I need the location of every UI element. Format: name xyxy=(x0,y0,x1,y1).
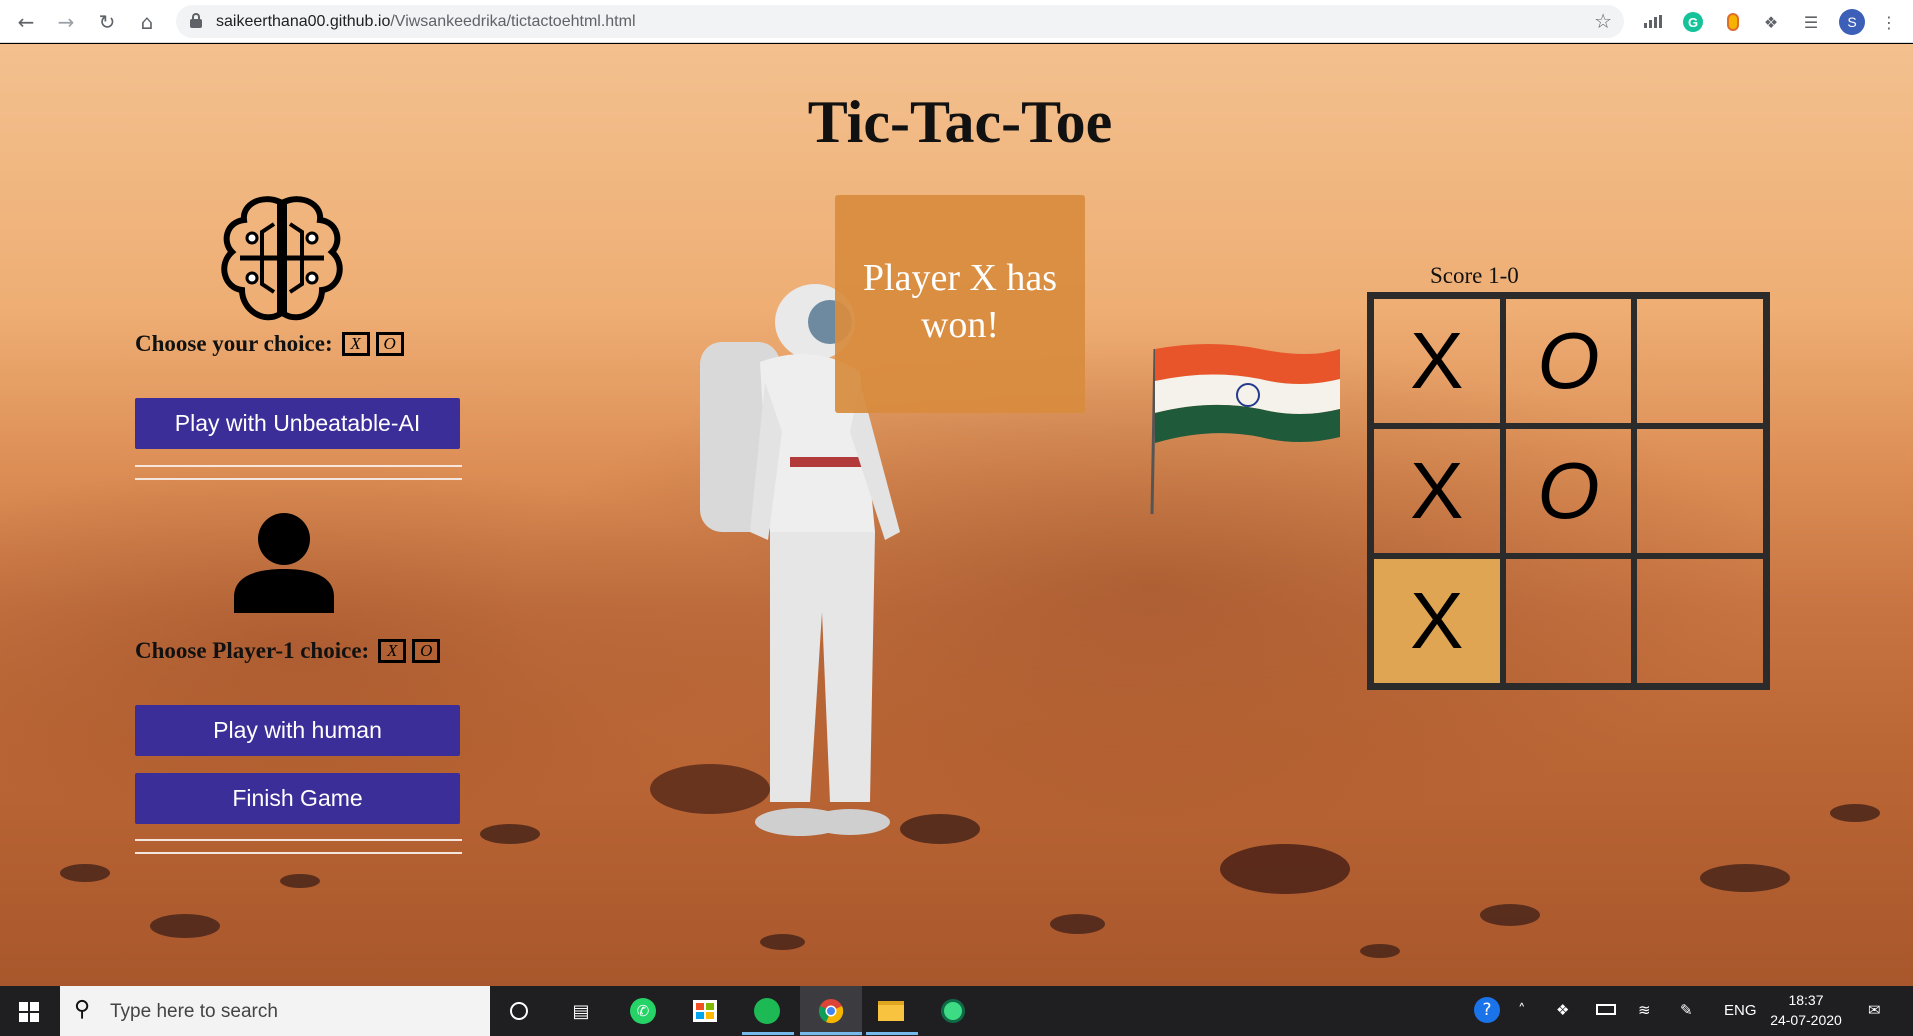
lock-icon[interactable] xyxy=(190,13,202,28)
file-explorer-icon[interactable] xyxy=(876,996,906,1026)
address-bar[interactable]: saikeerthana00.github.io/Viwsankeedrika/… xyxy=(176,5,1624,38)
finish-game-button[interactable]: Finish Game xyxy=(135,773,460,824)
play-human-button[interactable]: Play with human xyxy=(135,705,460,756)
board-cell-highlighted[interactable]: X xyxy=(1371,556,1503,686)
game-status-message: Player X has won! xyxy=(835,195,1085,413)
pen-icon[interactable]: ✎ xyxy=(1680,1001,1693,1019)
url-text[interactable]: saikeerthana00.github.io/Viwsankeedrika/… xyxy=(216,13,636,31)
wifi-icon[interactable]: ≋ xyxy=(1638,1001,1651,1019)
cast-stats-icon[interactable] xyxy=(1640,9,1666,35)
windows-start-icon[interactable] xyxy=(19,1002,39,1022)
media-queue-icon[interactable]: ☰ xyxy=(1798,9,1824,35)
human-choice-label: Choose Player-1 choice: xyxy=(135,638,370,663)
url-host: saikeerthana00.github.io xyxy=(216,13,391,30)
score-display: Score 1-0 xyxy=(1430,263,1519,288)
board-cell[interactable] xyxy=(1634,426,1766,556)
bookmark-star-icon[interactable]: ☆ xyxy=(1594,9,1612,33)
home-icon[interactable]: ⌂ xyxy=(133,8,161,36)
board-cell[interactable]: O xyxy=(1502,296,1635,426)
url-path: /Viwsankeedrika/tictactoehtml.html xyxy=(390,13,636,30)
search-icon: ⚲ xyxy=(74,997,91,1022)
taskbar-search-box[interactable]: ⚲ Type here to search xyxy=(60,986,490,1036)
flag-illustration xyxy=(1150,344,1340,514)
task-view-icon[interactable]: ▤ xyxy=(566,996,596,1026)
spotify-icon[interactable] xyxy=(752,996,782,1026)
divider xyxy=(135,465,462,467)
grammarly-icon[interactable]: G xyxy=(1680,9,1706,35)
clock-date: 24-07-2020 xyxy=(1770,1012,1842,1028)
windows-taskbar: ⚲ Type here to search ▤ ✆ ? ˄ ❖ ≋ ✎ ENG … xyxy=(0,986,1913,1036)
back-arrow-icon[interactable]: ← xyxy=(12,8,40,36)
running-indicator xyxy=(866,1032,918,1035)
taskbar-clock[interactable]: 18:37 24-07-2020 xyxy=(1766,990,1846,1030)
cortana-icon[interactable] xyxy=(504,996,534,1026)
game-board: X O X O X xyxy=(1367,292,1770,690)
clock-time: 18:37 xyxy=(1788,992,1824,1008)
divider xyxy=(135,839,462,841)
divider xyxy=(135,478,462,480)
extensions-puzzle-icon[interactable]: ❖ xyxy=(1758,9,1784,35)
microsoft-store-icon[interactable] xyxy=(690,996,720,1026)
mars-background: Tic-Tac-Toe Choose your choice: X O Play… xyxy=(0,44,1913,986)
battery-icon[interactable] xyxy=(1596,1001,1616,1015)
board-cell[interactable] xyxy=(1634,296,1766,426)
page-title: Tic-Tac-Toe xyxy=(807,89,1113,155)
person-icon xyxy=(234,513,334,613)
browser-toolbar: ← → ↻ ⌂ saikeerthana00.github.io/Viwsank… xyxy=(0,0,1913,43)
human-choice-x-button[interactable]: X xyxy=(378,639,407,663)
android-studio-icon[interactable] xyxy=(938,996,968,1026)
running-indicator xyxy=(800,1032,862,1035)
board-cell[interactable]: X xyxy=(1371,296,1503,426)
ai-choice-x-button[interactable]: X xyxy=(341,332,370,356)
ai-choice-o-button[interactable]: O xyxy=(375,332,404,356)
reload-icon[interactable]: ↻ xyxy=(93,8,121,36)
chrome-icon[interactable] xyxy=(816,996,846,1026)
board-cell[interactable]: O xyxy=(1502,426,1635,556)
human-choice-o-button[interactable]: O xyxy=(412,639,441,663)
board-cell[interactable] xyxy=(1634,556,1766,686)
board-cell[interactable]: X xyxy=(1371,426,1503,556)
dropbox-icon[interactable]: ❖ xyxy=(1556,1001,1569,1019)
taskbar-search-placeholder: Type here to search xyxy=(110,1001,278,1022)
human-choice-row: Choose Player-1 choice: X O xyxy=(135,638,441,664)
notification-icon[interactable]: ✉ xyxy=(1868,1001,1881,1019)
ai-choice-label: Choose your choice: xyxy=(135,331,333,356)
forward-arrow-icon[interactable]: → xyxy=(52,8,80,36)
whatsapp-icon[interactable]: ✆ xyxy=(628,996,658,1026)
board-cell[interactable] xyxy=(1502,556,1635,686)
language-indicator[interactable]: ENG xyxy=(1724,1002,1757,1019)
more-menu-icon[interactable]: ⋮ xyxy=(1876,9,1902,35)
ai-choice-row: Choose your choice: X O xyxy=(135,331,404,357)
running-indicator xyxy=(742,1032,794,1035)
brain-ai-icon xyxy=(221,196,343,321)
extension-shield-icon[interactable] xyxy=(1720,9,1746,35)
play-ai-button[interactable]: Play with Unbeatable-AI xyxy=(135,398,460,449)
help-icon[interactable]: ? xyxy=(1474,997,1500,1023)
profile-avatar[interactable]: S xyxy=(1839,9,1865,35)
divider xyxy=(135,852,462,854)
chevron-up-icon[interactable]: ˄ xyxy=(1518,1001,1526,1019)
